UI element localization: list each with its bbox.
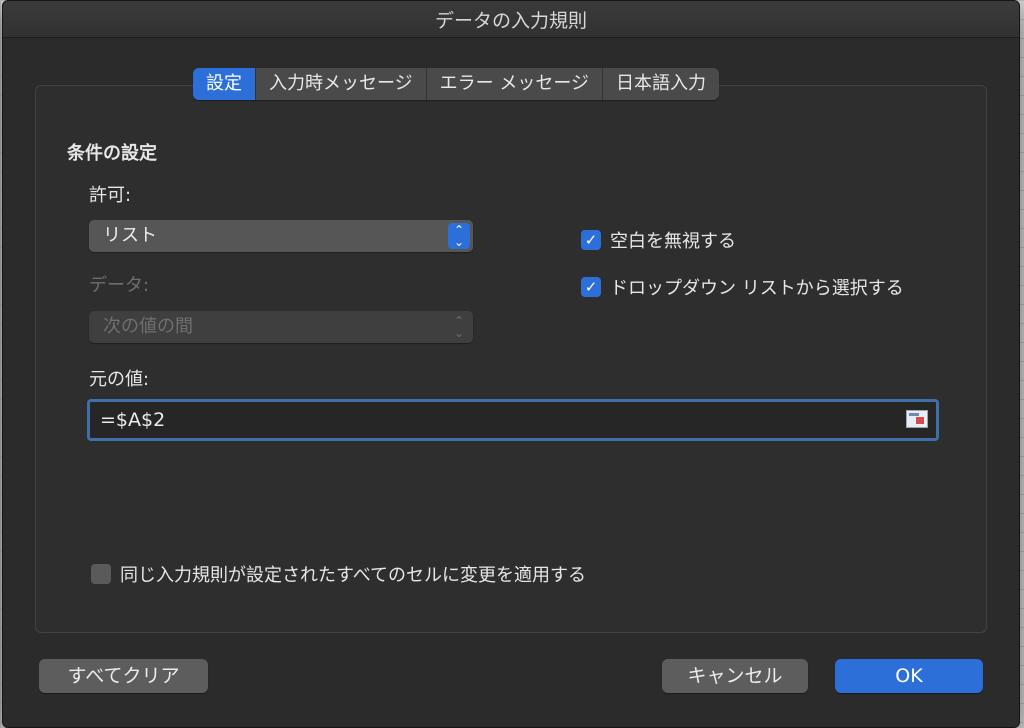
apply-all-label: 同じ入力規則が設定されたすべてのセルに変更を適用する — [120, 565, 587, 586]
source-label: 元の値: — [89, 369, 150, 390]
allow-select-value: リスト — [103, 225, 157, 246]
ignore-blank-label: 空白を無視する — [610, 231, 736, 252]
tab-bar: 設定 入力時メッセージ エラー メッセージ 日本語入力 — [193, 68, 720, 100]
tab-ime[interactable]: 日本語入力 — [603, 68, 719, 100]
in-cell-dropdown-label: ドロップダウン リストから選択する — [610, 278, 904, 299]
source-input-value: =$A$2 — [100, 409, 166, 431]
settings-panel — [35, 85, 987, 633]
allow-label: 許可: — [89, 185, 132, 206]
apply-all-option[interactable]: 同じ入力規則が設定されたすべてのセルに変更を適用する — [91, 561, 586, 587]
checkmark-icon: ✓ — [584, 278, 598, 296]
data-select-value: 次の値の間 — [103, 316, 193, 337]
allow-select[interactable]: リスト ⌃ ⌄ — [89, 220, 473, 252]
source-input[interactable]: =$A$2 — [87, 399, 939, 441]
in-cell-dropdown-checkbox[interactable]: ✓ — [581, 277, 601, 297]
up-down-chevron-icon: ⌃ ⌄ — [448, 223, 470, 249]
tab-input-message[interactable]: 入力時メッセージ — [256, 68, 427, 100]
dialog-title: データの入力規則 — [3, 1, 1019, 38]
tab-settings[interactable]: 設定 — [193, 68, 256, 100]
apply-all-checkbox[interactable] — [91, 564, 111, 584]
ignore-blank-option[interactable]: ✓ 空白を無視する — [581, 227, 736, 253]
ignore-blank-checkbox[interactable]: ✓ — [581, 230, 601, 250]
checkmark-icon: ✓ — [584, 231, 598, 249]
data-label: データ: — [89, 275, 150, 296]
range-picker-icon[interactable] — [906, 410, 928, 428]
up-down-chevron-icon: ⌃ ⌄ — [453, 314, 465, 340]
clear-all-button[interactable]: すべてクリア — [39, 659, 208, 693]
in-cell-dropdown-option[interactable]: ✓ ドロップダウン リストから選択する — [581, 274, 904, 300]
cancel-button[interactable]: キャンセル — [662, 659, 808, 693]
tab-error-alert[interactable]: エラー メッセージ — [427, 68, 604, 100]
data-select: 次の値の間 ⌃ ⌄ — [89, 311, 473, 343]
data-validation-dialog: データの入力規則 設定 入力時メッセージ エラー メッセージ 日本語入力 条件の… — [2, 0, 1020, 728]
section-title: 条件の設定 — [67, 143, 157, 164]
ok-button[interactable]: OK — [835, 659, 983, 693]
